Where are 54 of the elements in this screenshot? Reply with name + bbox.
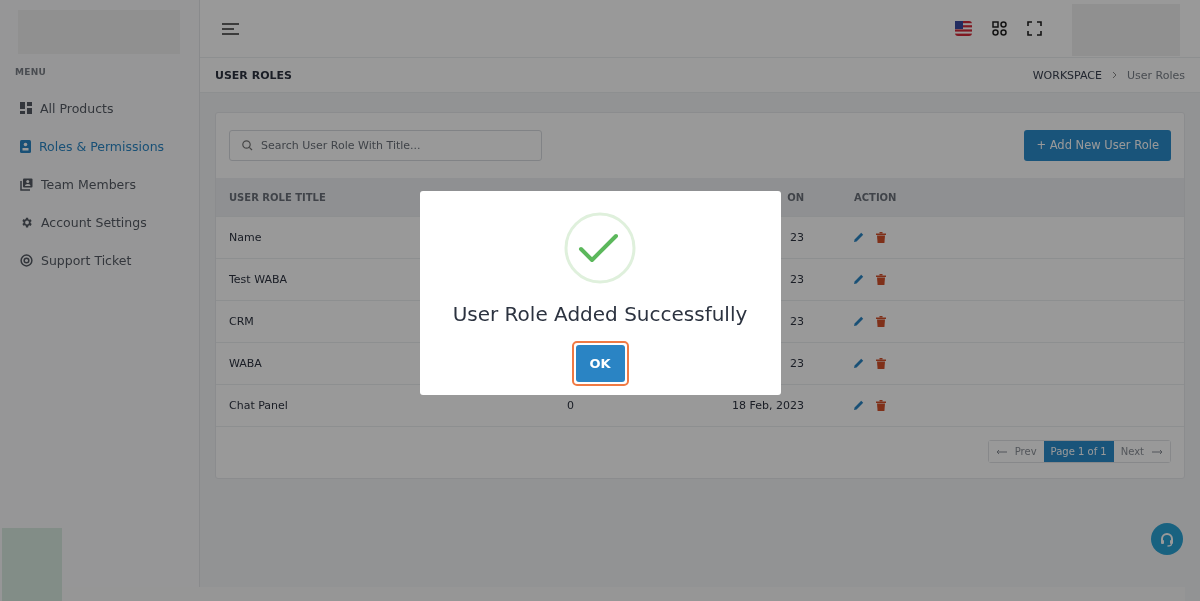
menu-label: MENU	[14, 66, 48, 77]
add-role-button[interactable]: + Add New User Role	[1024, 129, 1171, 161]
arrow-right-icon	[1152, 448, 1163, 455]
sidebar-item[interactable]: All Products	[0, 89, 199, 127]
gear-icon	[20, 215, 33, 229]
breadcrumb-current: User Roles	[1127, 68, 1185, 82]
edit-icon[interactable]	[854, 400, 864, 410]
edit-icon[interactable]	[854, 316, 864, 326]
delete-icon[interactable]	[876, 274, 886, 285]
table-cell-text: WABA	[229, 357, 263, 370]
table-cell-text: Chat Panel	[229, 399, 289, 412]
delete-icon[interactable]	[876, 400, 886, 411]
contacts-icon	[20, 177, 33, 191]
flag-icon[interactable]	[955, 21, 972, 36]
column-header: ON	[787, 191, 804, 203]
checkmark-icon	[564, 212, 636, 284]
column-header: USER ROLE TITLE	[229, 191, 327, 203]
sidebar-item[interactable]: Roles & Permissions	[0, 127, 199, 165]
table-cell: 23	[790, 315, 804, 328]
support-button[interactable]	[1151, 523, 1183, 555]
edit-icon[interactable]	[854, 358, 864, 368]
column-header: ACTION	[853, 191, 898, 203]
lifebuoy-icon	[20, 253, 33, 267]
breadcrumb-link[interactable]: WORKSPACE	[1032, 68, 1102, 82]
edit-icon[interactable]	[854, 274, 864, 284]
table-cell: 23	[790, 273, 804, 286]
dialog-message: User Role Added Successfully	[452, 302, 748, 326]
search-icon	[242, 139, 253, 151]
id-badge-icon	[20, 139, 31, 153]
table-cell: 18 Feb, 2023	[732, 399, 804, 412]
pagination-button[interactable]: Page 1 of 1	[1043, 441, 1114, 462]
search-field[interactable]: Search User Role With Title...	[229, 129, 542, 161]
delete-icon[interactable]	[876, 358, 886, 369]
edit-icon[interactable]	[854, 232, 864, 242]
table-cell: 23	[790, 231, 804, 244]
sidebar-item[interactable]: Team Members	[0, 165, 199, 203]
fullscreen-icon[interactable]	[1027, 21, 1042, 36]
arrow-left-icon	[995, 448, 1007, 455]
headset-icon	[1159, 531, 1175, 547]
apps-icon[interactable]	[992, 21, 1007, 36]
table-cell-text: 0	[566, 399, 575, 412]
delete-icon[interactable]	[876, 316, 886, 327]
table-cell: 23	[790, 357, 804, 370]
menu-icon[interactable]	[222, 22, 240, 35]
sidebar-item[interactable]: Support Ticket	[0, 241, 199, 279]
table-cell-text: Name	[229, 231, 263, 244]
table-cell-text: Test WABA	[229, 273, 289, 286]
delete-icon[interactable]	[876, 232, 886, 243]
ok-button[interactable]: OK	[575, 345, 625, 382]
table-cell-text: CRM	[229, 315, 255, 328]
grid-icon	[20, 102, 32, 114]
page-title: USER ROLES	[215, 68, 292, 82]
sidebar-item[interactable]: Account Settings	[0, 203, 199, 241]
chevron-icon	[1112, 71, 1117, 79]
